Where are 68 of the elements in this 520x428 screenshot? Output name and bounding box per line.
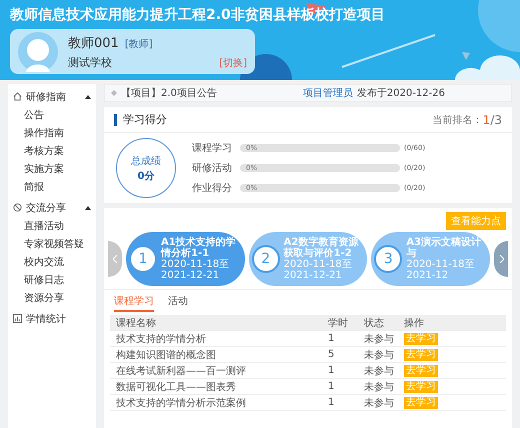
course-name-cell-text: 构建知识图谱的概念图 xyxy=(116,348,217,362)
course-name-cell-text: 技术支持的学情分析示范案例 xyxy=(116,396,247,410)
status-cell-text: 未参与 xyxy=(364,380,395,394)
status-cell-text: 未参与 xyxy=(364,348,395,362)
stage-number: 3 xyxy=(374,244,402,272)
sidebar-group[interactable]: 交流分享 xyxy=(26,200,81,214)
title-marker xyxy=(114,114,117,126)
chevron-right-icon xyxy=(498,254,504,262)
stage-number: 1 xyxy=(129,244,157,272)
card-title: 学习得分 xyxy=(123,112,168,127)
sidebar-item[interactable]: 简报 xyxy=(8,179,96,197)
score-label: 作业得分 xyxy=(192,182,233,195)
sidebar-item[interactable]: 校内交流 xyxy=(8,254,96,272)
stage-dates: 2020-11-18至2021-12 xyxy=(406,258,476,280)
home-icon xyxy=(13,92,22,101)
stage-title: A3演示文稿设计与 xyxy=(406,236,482,258)
total-label: 总成绩 xyxy=(131,154,161,168)
course-name-cell-text: 在线考试新利器——百一测评 xyxy=(116,364,247,378)
stage-title: A1技术支持的学情分析1-1 xyxy=(161,236,237,258)
course-name-cell-text: 数据可视化工具——图表秀 xyxy=(116,380,237,394)
sidebar-item[interactable]: 直播活动 xyxy=(8,218,96,236)
sidebar-item[interactable]: 实施方案 xyxy=(8,161,96,179)
course-name-cell-text: 技术支持的学情分析 xyxy=(116,332,207,346)
column-header: 课程名称 xyxy=(116,316,157,330)
rank-label: 当前排名： xyxy=(432,114,483,126)
stage-dates: 2020-11-18至2021-12-21 xyxy=(161,258,230,280)
sidebar-group[interactable]: 学情统计 xyxy=(26,312,91,326)
project-title: 教师信息技术应用能力提升工程2.0非贫困县样板校打造项目 xyxy=(10,6,386,24)
hours-cell-text: 1 xyxy=(328,365,336,376)
previous-button[interactable] xyxy=(108,240,122,276)
column-header: 状态 xyxy=(364,316,385,330)
next-button[interactable] xyxy=(494,240,508,276)
column-header: 操作 xyxy=(404,316,425,330)
column-header: 学时 xyxy=(328,316,349,330)
stage-dates: 2020-11-18至2021-12-21 xyxy=(284,258,353,280)
stage-title: A2数字教育资源获取与评价1-2 xyxy=(284,236,360,258)
chevron-left-icon xyxy=(112,254,118,262)
total-value: 0分 xyxy=(138,170,154,182)
rank-total: /3 xyxy=(490,112,502,126)
sidebar-item[interactable]: 专家视频答疑 xyxy=(8,236,96,254)
chart-icon xyxy=(13,314,22,323)
hours-cell-text: 1 xyxy=(328,333,336,344)
avatar-icon xyxy=(18,32,58,72)
hours-cell-text: 1 xyxy=(328,381,336,392)
publish-date: 发布于2020-12-26 xyxy=(356,87,445,100)
user-name: 教师001 xyxy=(68,34,119,52)
sidebar-item[interactable]: 考核方案 xyxy=(8,143,96,161)
hours-cell-text: 5 xyxy=(328,349,336,360)
rank-value: 1 xyxy=(482,112,490,126)
author-link[interactable]: 项目管理员 xyxy=(302,86,353,100)
status-cell-text: 未参与 xyxy=(364,332,395,346)
status-cell-text: 未参与 xyxy=(364,396,395,410)
sidebar-item[interactable]: 公告 xyxy=(8,107,96,125)
prohibited-icon xyxy=(13,203,22,212)
hours-cell-text: 1 xyxy=(328,397,336,408)
sidebar-group[interactable]: 研修指南 xyxy=(26,90,81,104)
stage-number: 2 xyxy=(252,244,280,272)
school-name: 测试学校 xyxy=(68,54,113,70)
score-label: 研修活动 xyxy=(192,162,233,175)
diamond-icon xyxy=(111,90,117,96)
score-label: 课程学习 xyxy=(192,142,233,155)
sidebar-item[interactable]: 资源分享 xyxy=(8,290,96,308)
tab[interactable]: 活动 xyxy=(168,293,188,312)
notice-title: 【项目】2.0项目公告 xyxy=(121,86,217,100)
user-role: [教师] xyxy=(124,38,153,50)
status-cell-text: 未参与 xyxy=(364,364,395,378)
sidebar-item[interactable]: 操作指南 xyxy=(8,125,96,143)
sidebar-item[interactable]: 研修日志 xyxy=(8,272,96,290)
